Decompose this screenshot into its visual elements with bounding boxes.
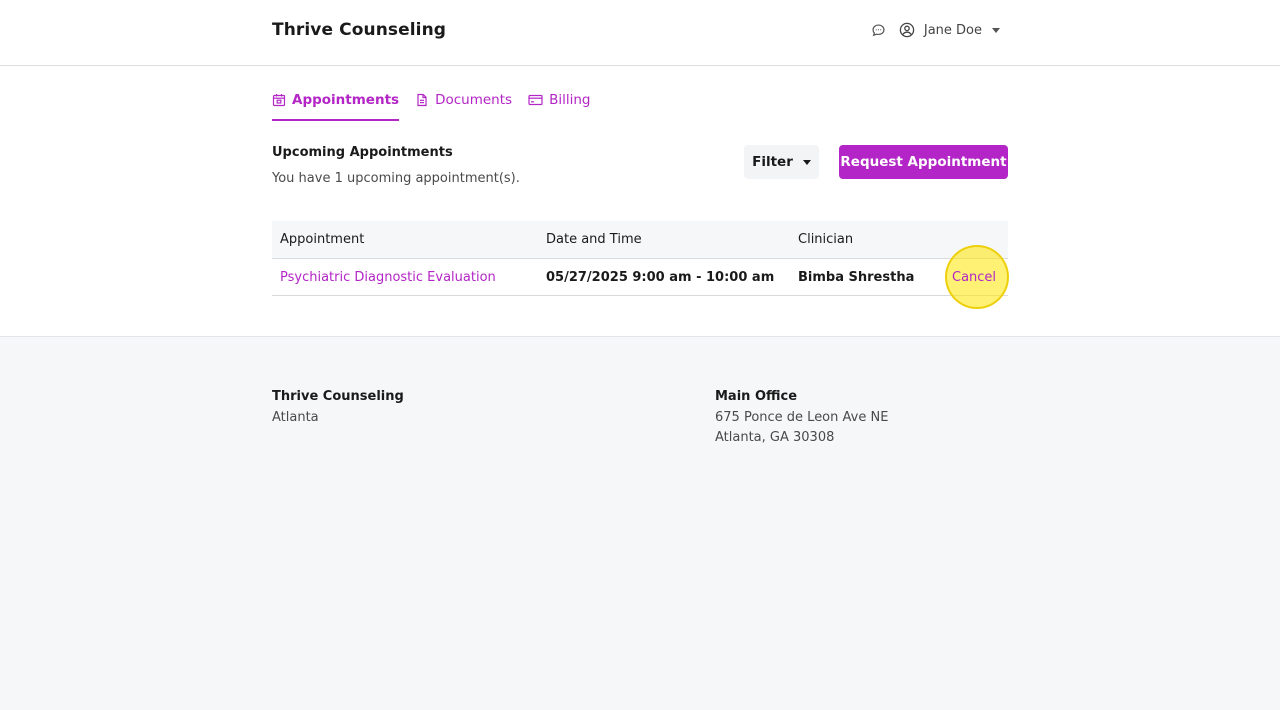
table-header-row: Appointment Date and Time Clinician — [272, 221, 1008, 259]
section-title: Upcoming Appointments — [272, 145, 453, 160]
calendar-icon — [272, 94, 286, 107]
filter-button-label: Filter — [752, 154, 793, 170]
tab-appointments-label: Appointments — [292, 92, 400, 108]
cancel-appointment-link[interactable]: Cancel — [952, 270, 996, 285]
user-menu-dropdown[interactable]: Jane Doe — [898, 21, 1000, 39]
document-icon — [417, 93, 427, 107]
tab-documents-label: Documents — [435, 92, 513, 108]
brand-name[interactable]: Thrive Counseling — [272, 20, 446, 40]
chevron-down-icon — [802, 159, 811, 165]
appointment-link[interactable]: Psychiatric Diagnostic Evaluation — [280, 270, 496, 285]
chat-icon[interactable] — [870, 21, 888, 39]
tab-billing-label: Billing — [549, 92, 591, 108]
appointment-clinician: Bimba Shrestha — [798, 269, 915, 285]
user-avatar-icon — [898, 21, 916, 39]
footer-office-city: Atlanta, GA 30308 — [715, 430, 835, 445]
tab-billing[interactable]: Billing — [528, 90, 590, 121]
tab-appointments[interactable]: Appointments — [272, 90, 400, 121]
appointments-table: Appointment Date and Time Clinician Psyc… — [272, 221, 1009, 309]
chevron-down-icon — [992, 27, 1000, 33]
header-actions: Jane Doe — [870, 21, 1000, 39]
footer-practice-info: Thrive Counseling Atlanta — [272, 387, 404, 428]
main-content: Appointments Documents Billing Upcoming … — [0, 66, 1280, 337]
column-header-appointment: Appointment — [280, 232, 365, 247]
request-appointment-button[interactable]: Request Appointment — [839, 145, 1008, 179]
column-header-date-time: Date and Time — [546, 232, 642, 247]
user-name: Jane Doe — [923, 22, 982, 38]
footer-office-street: 675 Ponce de Leon Ave NE — [715, 409, 889, 425]
credit-card-icon — [528, 94, 543, 106]
tab-documents[interactable]: Documents — [415, 90, 512, 121]
appointment-datetime: 05/27/2025 9:00 am - 10:00 am — [546, 269, 775, 285]
tab-bar: Appointments Documents Billing — [272, 90, 590, 121]
footer-office-title: Main Office — [715, 389, 798, 404]
table-row: Psychiatric Diagnostic Evaluation 05/27/… — [272, 245, 1009, 309]
footer-practice-city: Atlanta — [272, 409, 319, 425]
column-header-clinician: Clinician — [798, 232, 854, 247]
filter-button[interactable]: Filter — [744, 145, 819, 179]
section-subtitle: You have 1 upcoming appointment(s). — [272, 171, 520, 186]
top-header: Thrive Counseling Jane Doe — [0, 0, 1280, 66]
footer-practice-name: Thrive Counseling — [272, 389, 404, 404]
footer-office-info: Main Office 675 Ponce de Leon Ave NE Atl… — [715, 387, 888, 449]
